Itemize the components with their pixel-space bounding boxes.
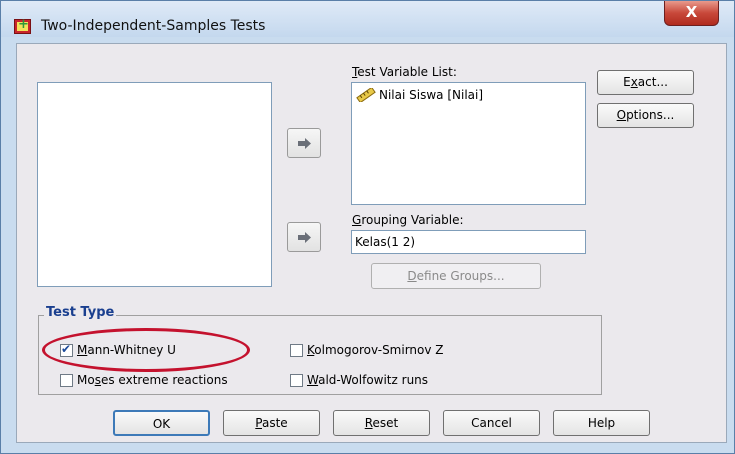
kolmogorov-smirnov-checkbox[interactable]: [290, 344, 303, 357]
kolmogorov-smirnov-label[interactable]: Kolmogorov-Smirnov Z: [307, 343, 444, 357]
help-button[interactable]: Help: [553, 410, 650, 436]
paste-button[interactable]: Paste: [223, 410, 320, 436]
window-title: Two-Independent-Samples Tests: [41, 18, 266, 34]
define-groups-button[interactable]: Define Groups...: [371, 263, 541, 289]
cancel-button[interactable]: Cancel: [443, 410, 540, 436]
close-icon: X: [685, 3, 698, 21]
right-arrow-icon: [298, 232, 311, 243]
grouping-variable-value: Kelas(1 2): [355, 235, 416, 249]
spss-app-icon: [14, 17, 31, 34]
move-to-grouping-variable-button[interactable]: [287, 222, 321, 252]
grouping-variable-field[interactable]: Kelas(1 2): [351, 230, 586, 254]
moses-extreme-label[interactable]: Moses extreme reactions: [77, 373, 228, 387]
test-type-group-title: Test Type: [44, 305, 117, 320]
test-variable-list[interactable]: Nilai Siswa [Nilai]: [351, 82, 586, 205]
reset-button[interactable]: Reset: [333, 410, 430, 436]
list-item-label: Nilai Siswa [Nilai]: [379, 88, 484, 102]
exact-button[interactable]: Exact...: [597, 70, 694, 95]
move-to-test-variable-button[interactable]: [287, 128, 321, 158]
options-button[interactable]: Options...: [597, 103, 694, 128]
grouping-variable-label: Grouping Variable:: [352, 213, 464, 227]
title-bar[interactable]: Two-Independent-Samples Tests X: [1, 1, 734, 37]
wald-wolfowitz-checkbox[interactable]: [290, 374, 303, 387]
highlight-ellipse: [42, 328, 250, 372]
source-variable-list[interactable]: [37, 82, 272, 287]
right-arrow-icon: [298, 138, 311, 149]
close-button[interactable]: X: [664, 1, 719, 26]
ok-button[interactable]: OK: [113, 410, 210, 436]
moses-extreme-checkbox[interactable]: [60, 374, 73, 387]
test-variable-list-label: Test Variable List:: [352, 65, 457, 79]
wald-wolfowitz-label[interactable]: Wald-Wolfowitz runs: [307, 373, 428, 387]
ruler-icon: [356, 88, 376, 102]
dialog-window: Two-Independent-Samples Tests X Test Var…: [0, 0, 735, 454]
dialog-client-area: Test Variable List: Nilai Siswa [Nilai] …: [16, 43, 727, 443]
